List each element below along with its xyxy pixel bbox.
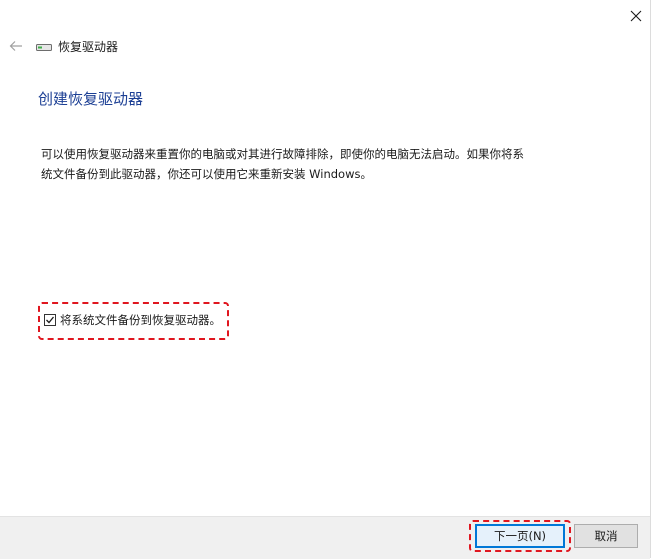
description-line-2: 统文件备份到此驱动器，你还可以使用它来重新安装 Windows。	[41, 167, 372, 181]
close-icon	[630, 10, 642, 22]
back-button[interactable]	[6, 36, 26, 56]
close-button[interactable]	[622, 4, 650, 28]
checkmark-icon	[46, 316, 55, 324]
backup-system-files-checkbox[interactable]	[44, 314, 56, 326]
description-text: 可以使用恢复驱动器来重置你的电脑或对其进行故障排除，即使你的电脑无法启动。如果你…	[41, 144, 581, 184]
page-heading: 创建恢复驱动器	[38, 90, 144, 108]
drive-icon	[36, 43, 52, 51]
back-arrow-icon	[9, 41, 22, 51]
cancel-button[interactable]: 取消	[574, 524, 638, 548]
description-line-1: 可以使用恢复驱动器来重置你的电脑或对其进行故障排除，即使你的电脑无法启动。如果你…	[41, 147, 524, 161]
app-title: 恢复驱动器	[58, 40, 119, 54]
recovery-drive-window: 恢复驱动器 创建恢复驱动器 可以使用恢复驱动器来重置你的电脑或对其进行故障排除，…	[0, 0, 651, 559]
backup-system-files-option[interactable]: 将系统文件备份到恢复驱动器。	[44, 312, 221, 328]
app-titlebar: 恢复驱动器	[36, 38, 118, 55]
next-button[interactable]: 下一页(N)	[475, 524, 565, 548]
backup-system-files-label: 将系统文件备份到恢复驱动器。	[60, 313, 221, 327]
